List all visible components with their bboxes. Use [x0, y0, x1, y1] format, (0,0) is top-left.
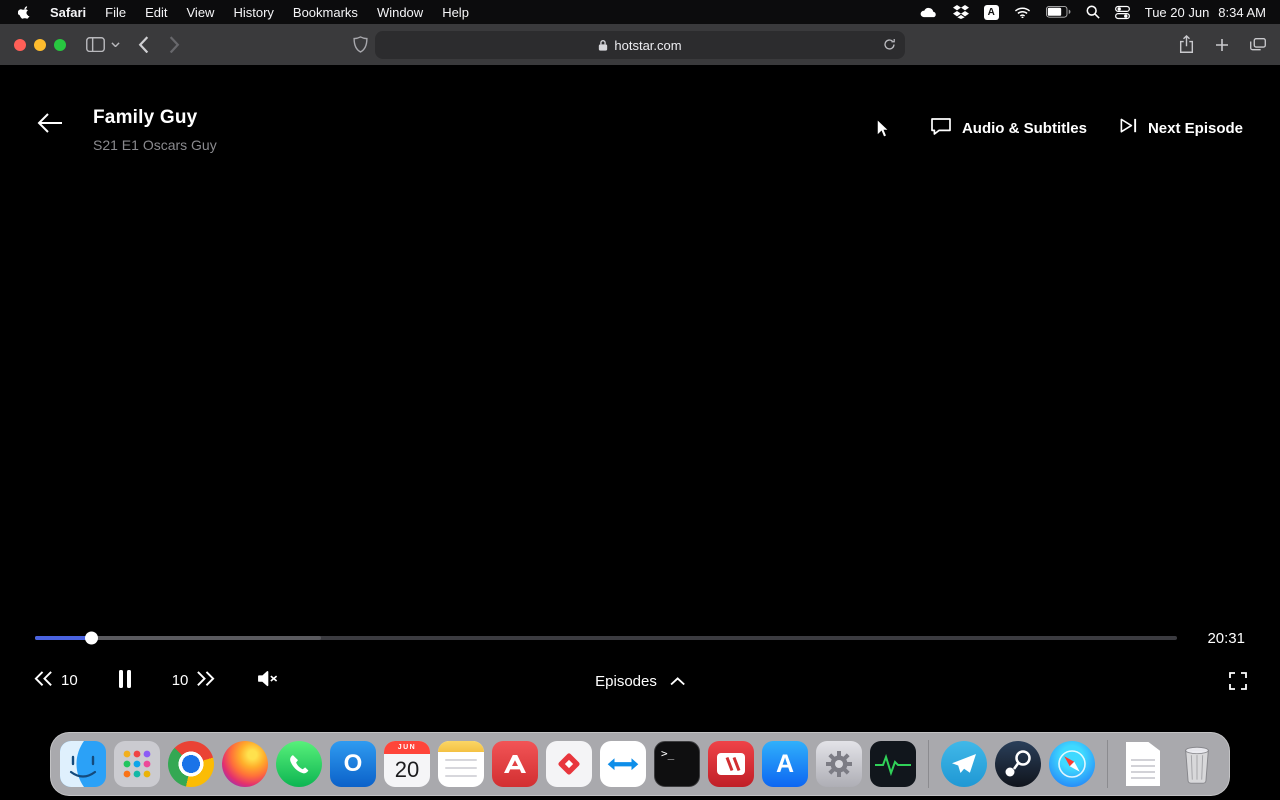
menu-date: Tue 20 Jun [1144, 4, 1210, 20]
new-tab-icon[interactable] [1215, 38, 1229, 52]
menu-help[interactable]: Help [442, 5, 469, 20]
notes-icon[interactable] [438, 741, 484, 787]
calendar-month: JUN [384, 741, 430, 754]
whatsapp-icon[interactable] [276, 741, 322, 787]
next-episode-icon [1119, 117, 1138, 138]
seek-bar[interactable] [35, 631, 1177, 645]
steam-icon[interactable] [995, 741, 1041, 787]
fullscreen-button[interactable] [1229, 672, 1247, 690]
tab-overview-icon[interactable] [1250, 38, 1266, 51]
audio-subtitles-button[interactable]: Audio & Subtitles [930, 116, 1087, 140]
document-icon[interactable] [1120, 741, 1166, 787]
played-track [35, 631, 99, 645]
seek-handle[interactable] [85, 631, 99, 645]
muted-volume-icon [256, 669, 279, 692]
share-icon[interactable] [1179, 35, 1194, 54]
menu-bar: Safari File Edit View History Bookmarks … [0, 0, 1280, 24]
tab-group-chevron-icon[interactable] [111, 42, 120, 48]
rewind-10-button[interactable]: 10 [33, 670, 78, 691]
wifi-icon[interactable] [1014, 6, 1031, 19]
app-store-icon[interactable]: A [762, 741, 808, 787]
calendar-icon[interactable]: JUN 20 [384, 741, 430, 787]
minimize-window-button[interactable] [34, 38, 46, 51]
control-center-icon[interactable] [1114, 5, 1130, 20]
video-player[interactable]: Family Guy S21 E1 Oscars Guy Audio & Sub… [0, 66, 1280, 800]
battery-icon[interactable] [1045, 6, 1071, 18]
app-store-letter: A [775, 749, 795, 778]
menu-clock[interactable]: Tue 20 Jun 8:34 AM [1145, 5, 1266, 20]
menu-file[interactable]: File [105, 5, 126, 20]
pause-icon [118, 669, 132, 693]
window-controls [14, 38, 66, 51]
forward-icon [195, 670, 216, 691]
zoom-window-button[interactable] [54, 38, 66, 51]
active-app-name[interactable]: Safari [50, 5, 86, 20]
input-source-icon[interactable]: A [983, 4, 999, 20]
dock: O JUN 20 >_ A [50, 732, 1230, 796]
mute-button[interactable] [256, 669, 279, 692]
chevron-up-icon [670, 673, 685, 690]
rewind-icon [33, 670, 54, 691]
terminal-icon[interactable]: >_ [654, 741, 700, 787]
menu-view[interactable]: View [187, 5, 215, 20]
dock-divider [928, 740, 929, 788]
system-settings-icon[interactable] [816, 741, 862, 787]
finder-icon[interactable] [60, 741, 106, 787]
spotlight-icon[interactable] [1086, 5, 1100, 19]
safari-dock-icon[interactable] [1049, 741, 1095, 787]
apple-menu-icon[interactable] [18, 5, 31, 20]
firefox-icon[interactable] [222, 741, 268, 787]
reload-icon[interactable] [883, 38, 896, 51]
menu-edit[interactable]: Edit [145, 5, 167, 20]
back-nav-icon[interactable] [138, 36, 149, 54]
url-text: hotstar.com [614, 37, 682, 53]
next-episode-label: Next Episode [1147, 119, 1243, 137]
launchpad-icon[interactable] [114, 741, 160, 787]
chrome-icon[interactable] [168, 741, 214, 787]
next-episode-button[interactable]: Next Episode [1119, 117, 1243, 138]
audio-subtitles-label: Audio & Subtitles [961, 119, 1087, 137]
pause-button[interactable] [118, 669, 132, 693]
activity-monitor-icon[interactable] [870, 741, 916, 787]
parallels-icon[interactable] [708, 741, 754, 787]
dropbox-icon[interactable] [952, 5, 969, 19]
terminal-glyph: >_ [661, 747, 675, 760]
episodes-button[interactable]: Episodes [595, 673, 685, 690]
red-app-icon[interactable] [492, 741, 538, 787]
player-back-icon[interactable] [37, 112, 63, 139]
menu-bookmarks[interactable]: Bookmarks [293, 5, 358, 20]
menu-history[interactable]: History [233, 5, 273, 20]
mouse-cursor [876, 117, 891, 145]
episodes-label: Episodes [595, 672, 657, 690]
diamond-app-icon[interactable] [546, 741, 592, 787]
privacy-shield-icon[interactable] [353, 36, 368, 53]
forward-nav-icon[interactable] [169, 36, 180, 54]
lock-icon [598, 39, 608, 52]
menu-time: 8:34 AM [1218, 4, 1266, 20]
forward-seconds-label: 10 [171, 672, 189, 690]
address-bar[interactable]: hotstar.com [375, 31, 905, 59]
time-remaining: 20:31 [1207, 629, 1245, 647]
episode-info: Family Guy S21 E1 Oscars Guy [93, 107, 217, 153]
dock-divider [1107, 740, 1108, 788]
sidebar-toggle-icon[interactable] [86, 36, 105, 53]
calendar-day: 20 [394, 757, 420, 782]
subtitles-bubble-icon [930, 116, 952, 140]
menu-window[interactable]: Window [377, 5, 423, 20]
cloud-status-icon[interactable] [919, 6, 938, 19]
close-window-button[interactable] [14, 38, 26, 51]
outlook-icon[interactable]: O [330, 741, 376, 787]
trash-icon[interactable] [1174, 741, 1220, 787]
episode-subtitle: S21 E1 Oscars Guy [93, 137, 217, 153]
outlook-letter: O [343, 750, 363, 777]
safari-toolbar: hotstar.com [0, 24, 1280, 66]
forward-10-button[interactable]: 10 [172, 670, 217, 691]
telegram-icon[interactable] [941, 741, 987, 787]
show-title: Family Guy [93, 107, 198, 128]
rewind-seconds-label: 10 [61, 672, 78, 690]
teamviewer-icon[interactable] [600, 741, 646, 787]
